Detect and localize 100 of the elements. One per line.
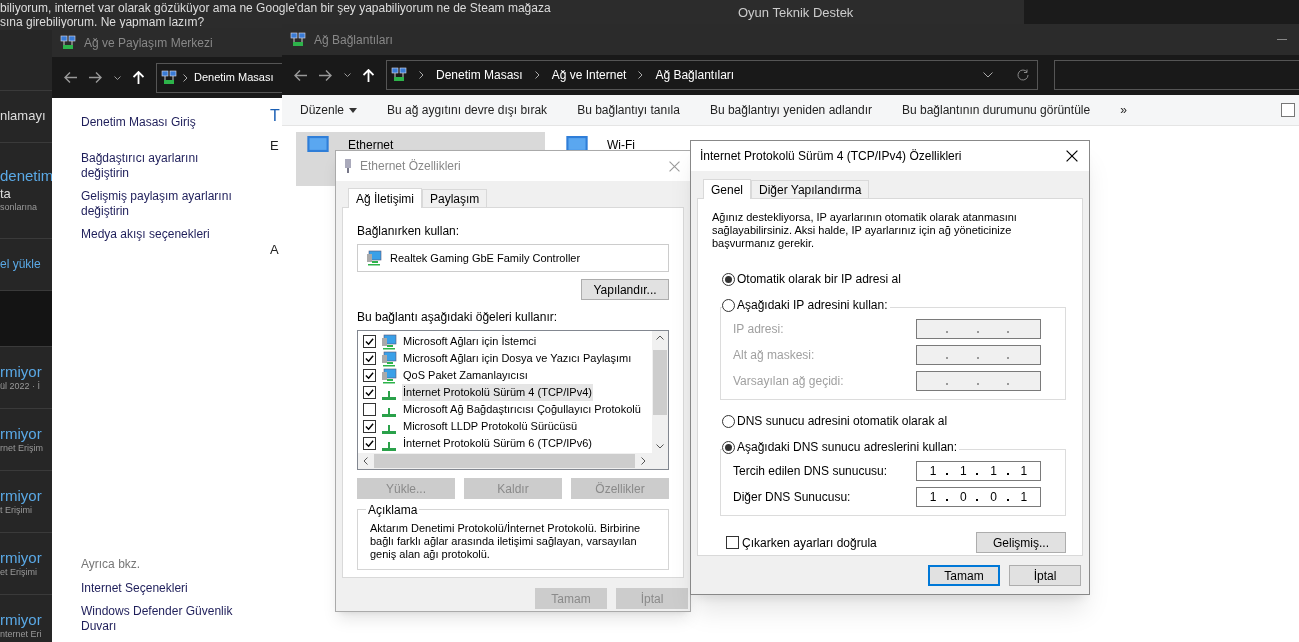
tab[interactable]: Diğer Yapılandırma	[751, 180, 870, 198]
tab[interactable]: Paylaşım	[422, 189, 488, 207]
radio-button[interactable]	[722, 298, 735, 312]
topic-title[interactable]: rmiyor	[0, 548, 42, 568]
forward-arrow-icon[interactable]	[319, 69, 332, 81]
radio-button[interactable]	[722, 414, 735, 428]
scroll-down-icon[interactable]	[656, 444, 664, 449]
checkbox[interactable]	[363, 335, 376, 348]
list-item[interactable]: İnternet Protokolü Sürüm 6 (TCP/IPv6)	[402, 435, 593, 452]
topic-title[interactable]: denetim	[0, 167, 52, 187]
address-bar[interactable]: Denetim Masası Ağ ve Internet Ağ Bağlantıları	[386, 60, 1038, 90]
computer-icon	[381, 367, 397, 384]
back-arrow-icon[interactable]	[294, 69, 307, 81]
scroll-right-icon[interactable]	[641, 457, 646, 465]
radio-button[interactable]	[722, 272, 735, 286]
view-options-icon[interactable]	[1281, 103, 1295, 117]
forum-text: ül 2022 · İ	[0, 381, 41, 393]
octet-text: 0	[960, 489, 967, 506]
vertical-scrollbar[interactable]	[652, 331, 668, 453]
window-title: Ağ ve Paylaşım Merkezi	[84, 34, 213, 52]
ip-address-field[interactable]	[916, 371, 1041, 391]
sidebar-link[interactable]: Oyun Teknik Destek	[738, 5, 854, 21]
list-item[interactable]: Microsoft Ağları için İstemci	[402, 333, 538, 350]
checkbox[interactable]	[363, 386, 376, 399]
breadcrumb-item[interactable]: Ağ Bağlantıları	[655, 66, 735, 84]
list-item[interactable]: Microsoft Ağ Bağdaştırıcısı Çoğullayıcı Protokolü	[402, 401, 642, 418]
sidebar-link[interactable]: Internet Seçenekleri	[81, 581, 241, 596]
breadcrumb-item[interactable]: Denetim Masası	[194, 69, 274, 86]
checkbox[interactable]	[363, 437, 376, 450]
advanced-button[interactable]: Gelişmiş...	[976, 532, 1066, 553]
see-also-heading: Ayrıca bkz.	[81, 556, 142, 573]
command-button[interactable]: Bu ağ aygıtını devre dışı bırak	[387, 101, 548, 119]
octet-text: 1	[960, 463, 967, 480]
checkbox-label: Çıkarken ayarları doğrula	[742, 534, 878, 552]
sidebar-link[interactable]: Windows Defender Güvenlik Duvarı	[81, 604, 241, 634]
tab[interactable]: Genel	[703, 179, 752, 199]
list-item[interactable]: İnternet Protokolü Sürüm 4 (TCP/IPv4)	[402, 384, 593, 401]
scroll-left-icon[interactable]	[363, 457, 368, 465]
octet-text: 1	[1020, 463, 1028, 480]
address-bar[interactable]: Denetim Masası	[156, 62, 282, 93]
menu-button[interactable]: Düzenle	[300, 101, 358, 119]
scroll-thumb[interactable]	[374, 454, 635, 468]
configure-button[interactable]: Yapılandır...	[581, 279, 669, 300]
checkbox[interactable]	[363, 369, 376, 382]
ip-address-field[interactable]	[916, 319, 1041, 339]
topic-title[interactable]: rmiyor	[0, 362, 42, 382]
back-arrow-icon[interactable]	[64, 72, 77, 83]
checkbox[interactable]	[363, 352, 376, 365]
ip-address-field[interactable]: 1 0 0 1	[916, 487, 1041, 507]
more-commands-button[interactable]: »	[1120, 101, 1127, 119]
command-button[interactable]: Bu bağlantıyı yeniden adlandır	[709, 101, 872, 119]
close-icon[interactable]	[1066, 150, 1078, 162]
network-icon	[60, 34, 76, 51]
list-item[interactable]: Microsoft LLDP Protokolü Sürücüsü	[402, 418, 579, 435]
checkbox[interactable]	[726, 536, 739, 549]
checkbox[interactable]	[363, 420, 376, 433]
radio-label: Aşağıdaki DNS sunucu adreslerini kullan:	[737, 439, 958, 456]
search-field[interactable]	[1054, 60, 1299, 90]
forward-arrow-icon[interactable]	[89, 72, 102, 83]
radio-button[interactable]	[722, 440, 735, 454]
sidebar-link[interactable]: Denetim Masası Giriş	[81, 115, 241, 130]
sidebar-link[interactable]: Gelişmiş paylaşım ayarlarını değiştirin	[81, 189, 241, 219]
command-button[interactable]: Bu bağlantının durumunu görüntüle	[902, 101, 1091, 119]
intro-text: Ağınız destekliyorsa, IP ayarlarının otomatik olarak atanmasını sağlayabilirsiniz. Aksi halde, IP ayarlarınız için ağ yöneticinize başvurmanız gerekir.	[712, 211, 1018, 250]
computer-icon	[366, 250, 382, 266]
topic-title[interactable]: rmiyor	[0, 424, 42, 444]
checkbox[interactable]	[363, 403, 376, 416]
dialog-button[interactable]: İptal	[1009, 565, 1081, 586]
list-item[interactable]: QoS Paket Zamanlayıcısı	[402, 367, 529, 384]
ip-address-field[interactable]	[916, 345, 1041, 365]
caret-icon[interactable]	[344, 73, 351, 77]
network-icon	[391, 67, 407, 83]
topic-title[interactable]: rmiyor	[0, 486, 42, 506]
radio-label: Otomatik olarak bir IP adresi al	[737, 271, 901, 288]
scroll-up-icon[interactable]	[656, 335, 664, 340]
dropdown-caret-icon[interactable]	[983, 72, 993, 78]
dialog-button[interactable]: Tamam	[928, 565, 1000, 586]
command-button[interactable]: Bu bağlantıyı tanıla	[577, 101, 680, 119]
topic-title[interactable]: rmiyor	[0, 610, 42, 630]
protocol-icon	[381, 441, 397, 451]
scroll-thumb[interactable]	[653, 349, 667, 415]
horizontal-scrollbar[interactable]	[358, 453, 668, 469]
caret-icon[interactable]	[114, 75, 121, 80]
refresh-icon[interactable]	[1017, 69, 1029, 81]
field-label: Diğer DNS Sunucusu:	[733, 489, 851, 506]
forum-text: sonlarına	[0, 202, 38, 214]
connection-name: Ethernet	[348, 137, 394, 154]
radio-label: Aşağıdaki IP adresini kullan:	[737, 297, 888, 314]
forum-link[interactable]: el yükle	[0, 257, 41, 272]
list-item[interactable]: Microsoft Ağları için Dosya ve Yazıcı Paylaşımı	[402, 350, 633, 367]
breadcrumb-item[interactable]: Denetim Masası	[436, 66, 523, 84]
up-arrow-icon[interactable]	[133, 71, 144, 84]
breadcrumb-item[interactable]: Ağ ve Internet	[551, 66, 627, 84]
window-title: Ethernet Özellikleri	[360, 158, 462, 175]
tab[interactable]: Ağ İletişimi	[348, 188, 422, 208]
sidebar-link[interactable]: Bağdaştırıcı ayarlarını değiştirin	[81, 151, 241, 181]
ip-address-field[interactable]: 1 1 1 1	[916, 461, 1041, 481]
up-arrow-icon[interactable]	[363, 68, 374, 82]
adapter-name: Realtek Gaming GbE Family Controller	[390, 250, 581, 266]
sidebar-link[interactable]: Medya akışı seçenekleri	[81, 227, 241, 242]
